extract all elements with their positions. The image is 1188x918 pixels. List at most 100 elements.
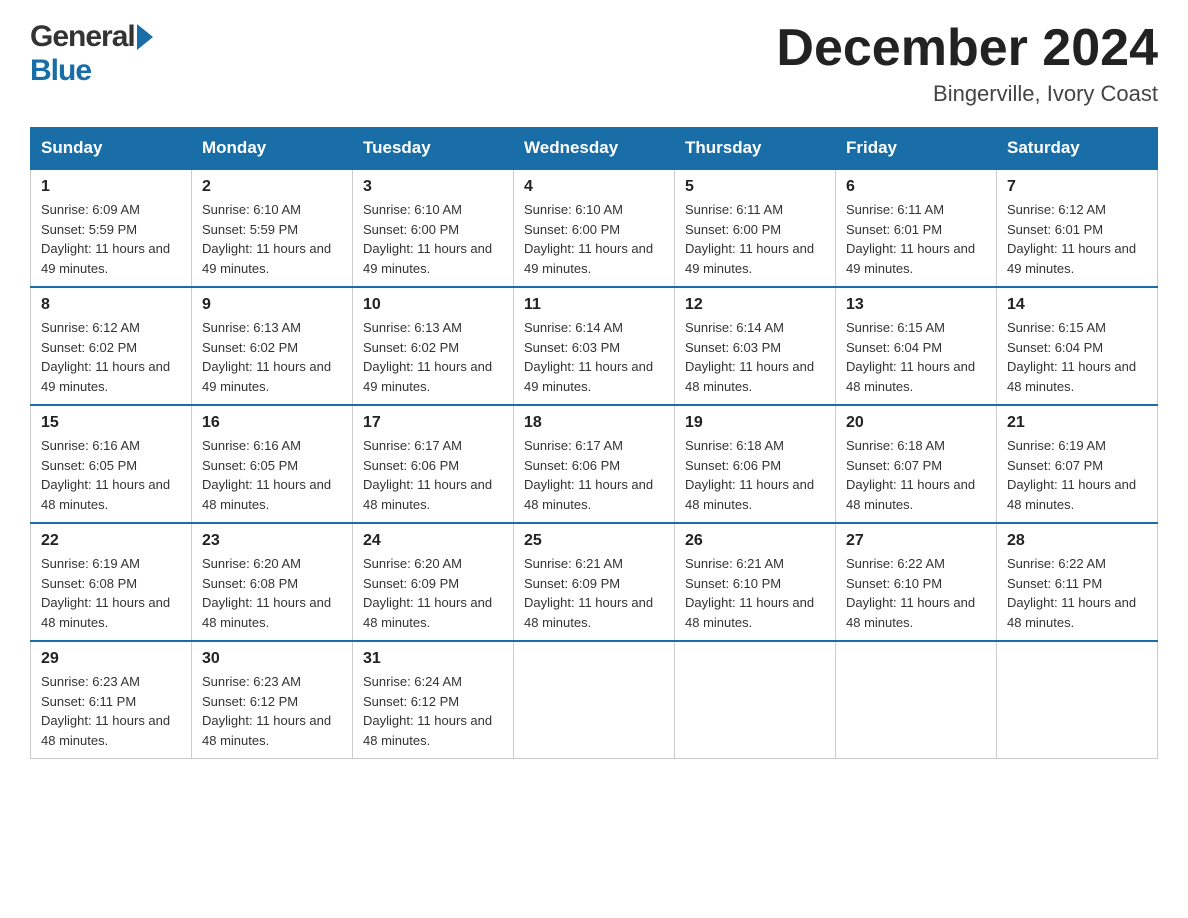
day-info: Sunrise: 6:12 AMSunset: 6:01 PMDaylight:… [1007, 200, 1147, 278]
table-row: 20Sunrise: 6:18 AMSunset: 6:07 PMDayligh… [836, 405, 997, 523]
table-row [675, 641, 836, 759]
day-number: 20 [846, 414, 986, 432]
day-info: Sunrise: 6:16 AMSunset: 6:05 PMDaylight:… [41, 436, 181, 514]
day-number: 22 [41, 532, 181, 550]
day-info: Sunrise: 6:13 AMSunset: 6:02 PMDaylight:… [363, 318, 503, 396]
table-row: 27 Sunrise: 6:22 AMSunset: 6:10 PMDayligh… [836, 523, 997, 641]
day-number: 2 [202, 178, 342, 196]
day-number: 30 [202, 650, 342, 668]
day-number: 1 [41, 178, 181, 196]
table-row: 28 Sunrise: 6:22 AMSunset: 6:11 PMDayligh… [997, 523, 1158, 641]
day-info: Sunrise: 6:17 AMSunset: 6:06 PMDaylight:… [524, 436, 664, 514]
table-row: 26Sunrise: 6:21 AMSunset: 6:10 PMDayligh… [675, 523, 836, 641]
day-of-week-header: Thursday [675, 128, 836, 170]
logo-general-text: General [30, 20, 135, 54]
day-of-week-header: Monday [192, 128, 353, 170]
calendar-header-row: SundayMondayTuesdayWednesdayThursdayFrid… [31, 128, 1158, 170]
calendar-week-row: 22 Sunrise: 6:19 AMSunset: 6:08 PMDayligh… [31, 523, 1158, 641]
table-row: 10Sunrise: 6:13 AMSunset: 6:02 PMDayligh… [353, 287, 514, 405]
table-row: 14 Sunrise: 6:15 AMSunset: 6:04 PMDayligh… [997, 287, 1158, 405]
table-row [514, 641, 675, 759]
day-number: 27 [846, 532, 986, 550]
day-info: Sunrise: 6:19 AMSunset: 6:08 PMDaylight:… [41, 554, 181, 632]
calendar-week-row: 29 Sunrise: 6:23 AMSunset: 6:11 PMDayligh… [31, 641, 1158, 759]
day-number: 3 [363, 178, 503, 196]
table-row: 23 Sunrise: 6:20 AMSunset: 6:08 PMDayligh… [192, 523, 353, 641]
day-number: 25 [524, 532, 664, 550]
table-row: 25 Sunrise: 6:21 AMSunset: 6:09 PMDayligh… [514, 523, 675, 641]
day-info: Sunrise: 6:23 AMSunset: 6:12 PMDaylight:… [202, 672, 342, 750]
table-row: 6 Sunrise: 6:11 AMSunset: 6:01 PMDaylight… [836, 169, 997, 287]
table-row: 18Sunrise: 6:17 AMSunset: 6:06 PMDayligh… [514, 405, 675, 523]
calendar-week-row: 15 Sunrise: 6:16 AMSunset: 6:05 PMDayligh… [31, 405, 1158, 523]
day-info: Sunrise: 6:21 AMSunset: 6:09 PMDaylight:… [524, 554, 664, 632]
table-row: 31 Sunrise: 6:24 AMSunset: 6:12 PMDayligh… [353, 641, 514, 759]
day-number: 13 [846, 296, 986, 314]
day-info: Sunrise: 6:12 AMSunset: 6:02 PMDaylight:… [41, 318, 181, 396]
day-number: 28 [1007, 532, 1147, 550]
day-number: 7 [1007, 178, 1147, 196]
day-info: Sunrise: 6:15 AMSunset: 6:04 PMDaylight:… [846, 318, 986, 396]
day-number: 8 [41, 296, 181, 314]
day-info: Sunrise: 6:14 AMSunset: 6:03 PMDaylight:… [685, 318, 825, 396]
table-row: 7 Sunrise: 6:12 AMSunset: 6:01 PMDaylight… [997, 169, 1158, 287]
table-row: 17Sunrise: 6:17 AMSunset: 6:06 PMDayligh… [353, 405, 514, 523]
day-number: 26 [685, 532, 825, 550]
day-info: Sunrise: 6:16 AMSunset: 6:05 PMDaylight:… [202, 436, 342, 514]
day-info: Sunrise: 6:11 AMSunset: 6:01 PMDaylight:… [846, 200, 986, 278]
table-row [997, 641, 1158, 759]
logo-chevron-icon [137, 24, 153, 50]
day-info: Sunrise: 6:20 AMSunset: 6:08 PMDaylight:… [202, 554, 342, 632]
table-row: 2Sunrise: 6:10 AMSunset: 5:59 PMDaylight… [192, 169, 353, 287]
table-row: 12 Sunrise: 6:14 AMSunset: 6:03 PMDayligh… [675, 287, 836, 405]
table-row: 24Sunrise: 6:20 AMSunset: 6:09 PMDayligh… [353, 523, 514, 641]
day-number: 14 [1007, 296, 1147, 314]
day-of-week-header: Tuesday [353, 128, 514, 170]
table-row: 4 Sunrise: 6:10 AMSunset: 6:00 PMDaylight… [514, 169, 675, 287]
logo-blue-text: Blue [30, 54, 91, 87]
day-info: Sunrise: 6:10 AMSunset: 6:00 PMDaylight:… [363, 200, 503, 278]
day-number: 15 [41, 414, 181, 432]
day-number: 12 [685, 296, 825, 314]
day-number: 31 [363, 650, 503, 668]
day-number: 29 [41, 650, 181, 668]
day-number: 6 [846, 178, 986, 196]
table-row [836, 641, 997, 759]
calendar-table: SundayMondayTuesdayWednesdayThursdayFrid… [30, 127, 1158, 759]
table-row: 19Sunrise: 6:18 AMSunset: 6:06 PMDayligh… [675, 405, 836, 523]
day-info: Sunrise: 6:23 AMSunset: 6:11 PMDaylight:… [41, 672, 181, 750]
day-number: 5 [685, 178, 825, 196]
day-of-week-header: Sunday [31, 128, 192, 170]
day-number: 19 [685, 414, 825, 432]
day-info: Sunrise: 6:22 AMSunset: 6:10 PMDaylight:… [846, 554, 986, 632]
day-info: Sunrise: 6:24 AMSunset: 6:12 PMDaylight:… [363, 672, 503, 750]
page-header: General Blue December 2024 Bingerville, … [30, 20, 1158, 107]
table-row: 15 Sunrise: 6:16 AMSunset: 6:05 PMDayligh… [31, 405, 192, 523]
table-row: 8 Sunrise: 6:12 AMSunset: 6:02 PMDaylight… [31, 287, 192, 405]
day-number: 4 [524, 178, 664, 196]
day-info: Sunrise: 6:10 AMSunset: 6:00 PMDaylight:… [524, 200, 664, 278]
table-row: 30 Sunrise: 6:23 AMSunset: 6:12 PMDayligh… [192, 641, 353, 759]
table-row: 29 Sunrise: 6:23 AMSunset: 6:11 PMDayligh… [31, 641, 192, 759]
calendar-week-row: 8 Sunrise: 6:12 AMSunset: 6:02 PMDaylight… [31, 287, 1158, 405]
day-number: 17 [363, 414, 503, 432]
title-block: December 2024 Bingerville, Ivory Coast [776, 20, 1158, 107]
day-info: Sunrise: 6:15 AMSunset: 6:04 PMDaylight:… [1007, 318, 1147, 396]
day-info: Sunrise: 6:22 AMSunset: 6:11 PMDaylight:… [1007, 554, 1147, 632]
table-row: 22 Sunrise: 6:19 AMSunset: 6:08 PMDayligh… [31, 523, 192, 641]
logo: General Blue [30, 20, 153, 88]
day-of-week-header: Saturday [997, 128, 1158, 170]
table-row: 16Sunrise: 6:16 AMSunset: 6:05 PMDayligh… [192, 405, 353, 523]
day-number: 11 [524, 296, 664, 314]
day-info: Sunrise: 6:20 AMSunset: 6:09 PMDaylight:… [363, 554, 503, 632]
table-row: 9Sunrise: 6:13 AMSunset: 6:02 PMDaylight… [192, 287, 353, 405]
day-info: Sunrise: 6:14 AMSunset: 6:03 PMDaylight:… [524, 318, 664, 396]
location-title: Bingerville, Ivory Coast [776, 81, 1158, 107]
day-number: 9 [202, 296, 342, 314]
day-number: 23 [202, 532, 342, 550]
calendar-week-row: 1Sunrise: 6:09 AMSunset: 5:59 PMDaylight… [31, 169, 1158, 287]
table-row: 21Sunrise: 6:19 AMSunset: 6:07 PMDayligh… [997, 405, 1158, 523]
table-row: 13 Sunrise: 6:15 AMSunset: 6:04 PMDayligh… [836, 287, 997, 405]
day-info: Sunrise: 6:19 AMSunset: 6:07 PMDaylight:… [1007, 436, 1147, 514]
table-row: 11 Sunrise: 6:14 AMSunset: 6:03 PMDayligh… [514, 287, 675, 405]
